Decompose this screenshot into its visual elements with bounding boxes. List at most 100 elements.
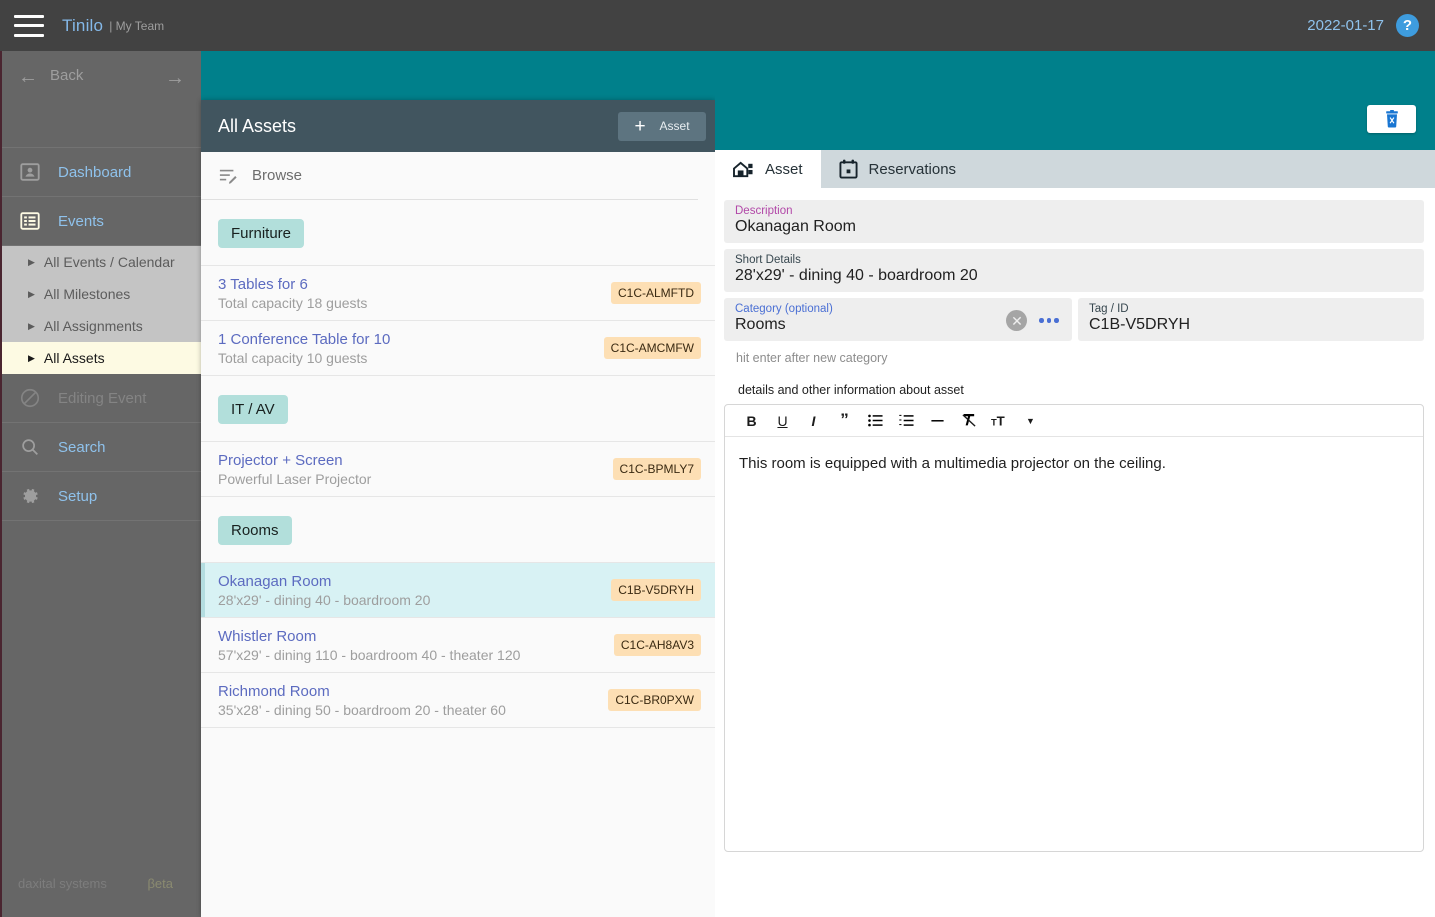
asset-tag-badge: C1C-AMCMFW [603,337,701,359]
tag-id-value[interactable]: C1B-V5DRYH [1089,316,1414,334]
asset-row-main: Richmond Room 35'x28' - dining 50 - boar… [218,683,506,718]
sidebar-footer: daxital systems βeta [2,860,201,917]
asset-row-main: Okanagan Room 28'x29' - dining 40 - boar… [218,573,430,608]
page-title: All Assets [218,115,297,136]
bold-icon[interactable]: B [736,407,767,435]
clear-category-icon[interactable]: ✕ [1006,310,1028,331]
sidebar-back[interactable]: ← Back → [2,51,201,148]
horizontal-rule-icon[interactable] [922,407,953,435]
category-chip[interactable]: Furniture [218,219,305,248]
description-field[interactable]: Description Okanagan Room [724,200,1424,243]
contact-card-icon [18,160,42,184]
asset-subtitle: 57'x29' - dining 110 - boardroom 40 - th… [218,646,521,663]
asset-title[interactable]: Richmond Room [218,683,506,700]
table-row[interactable]: Richmond Room 35'x28' - dining 50 - boar… [201,673,715,728]
detail-tabs: Asset Reservations [715,150,1435,188]
sidebar-item-dashboard[interactable]: Dashboard [2,148,201,197]
calendar-icon [838,159,858,179]
category-chip[interactable]: Rooms [218,516,292,545]
italic-icon[interactable]: I [798,407,829,435]
table-row[interactable]: 1 Conference Table for 10 Total capacity… [201,321,715,376]
table-row[interactable]: Whistler Room 57'x29' - dining 110 - boa… [201,618,715,673]
table-row[interactable]: Okanagan Room 28'x29' - dining 40 - boar… [201,563,715,618]
more-options-icon[interactable] [1039,318,1059,323]
sidebar-subitem-all-assignments[interactable]: ▶ All Assignments [2,310,201,342]
add-asset-button[interactable]: + Asset [618,111,706,141]
asset-title[interactable]: 3 Tables for 6 [218,276,367,293]
help-icon[interactable]: ? [1396,14,1419,37]
tab-asset[interactable]: Asset [715,150,821,188]
numbered-list-icon[interactable] [891,407,922,435]
blockquote-icon[interactable]: ” [829,407,860,435]
sidebar-subitem-label: All Assets [43,350,105,366]
arrow-right-icon[interactable]: → [165,67,185,90]
footer-company: daxital systems [18,876,107,891]
top-bar: Tinilo | My Team 2022-01-17 ? [0,0,1435,51]
asset-tag-badge: C1C-AH8AV3 [613,634,701,656]
sidebar-subitem-all-events[interactable]: ▶ All Events / Calendar [2,246,201,278]
gear-icon [18,484,42,508]
short-details-field[interactable]: Short Details 28'x29' - dining 40 - boar… [724,249,1424,292]
asset-row-main: 1 Conference Table for 10 Total capacity… [218,331,390,366]
delete-asset-button[interactable] [1367,105,1416,133]
sidebar-subitem-label: All Milestones [43,286,131,302]
building-icon [733,160,754,179]
editor-toolbar: B U I ” T T ▼ [725,405,1423,437]
sidebar-subitem-label: All Assignments [43,318,143,334]
top-bar-right: 2022-01-17 ? [1307,14,1419,37]
underline-icon[interactable]: U [767,407,798,435]
asset-title[interactable]: Projector + Screen [218,452,371,469]
category-actions: ✕ [1006,310,1059,331]
list-grid-icon [18,209,42,233]
table-row[interactable]: Projector + Screen Powerful Laser Projec… [201,442,715,497]
caret-right-icon: ▶ [28,320,35,331]
sidebar-subitem-all-milestones[interactable]: ▶ All Milestones [2,278,201,310]
caret-right-icon: ▶ [28,352,35,363]
bullet-list-icon[interactable] [860,407,891,435]
sidebar-back-label: Back [50,67,84,84]
brand-title: Tinilo [62,15,104,35]
asset-title[interactable]: Okanagan Room [218,573,430,590]
browse-row[interactable]: Browse [201,152,698,200]
brand-subtitle: | My Team [109,18,165,33]
editor-content[interactable]: This room is equipped with a multimedia … [725,437,1423,490]
sidebar-item-setup[interactable]: Setup [2,472,201,521]
table-row[interactable]: 3 Tables for 6 Total capacity 18 guests … [201,266,715,321]
sidebar-subitem-all-assets[interactable]: ▶ All Assets [2,342,201,374]
category-field[interactable]: Category (optional) Rooms ✕ [724,298,1072,341]
description-label: Description [735,205,793,217]
asset-tag-badge: C1C-BPMLY7 [612,458,701,480]
tag-id-label: Tag / ID [1088,303,1129,315]
description-value[interactable]: Okanagan Room [735,218,1414,236]
asset-list-panel: All Assets + Asset Browse Furniture 3 Ta… [201,100,715,917]
chevron-down-icon[interactable]: ▼ [1015,407,1046,435]
asset-subtitle: 28'x29' - dining 40 - boardroom 20 [218,591,431,608]
clear-format-icon[interactable] [953,407,984,435]
category-group-header: Furniture [201,200,715,266]
asset-title[interactable]: Whistler Room [218,628,520,645]
list-panel-header: All Assets + Asset [201,100,715,152]
app-root: Tinilo | My Team 2022-01-17 ? ← Back → D… [0,0,1435,917]
category-tag-row: Category (optional) Rooms ✕ Tag / ID C1B… [724,298,1424,341]
sidebar-item-label: Editing Event [58,389,147,407]
browse-edit-icon [218,167,238,185]
no-entry-icon [18,386,42,410]
asset-tag-badge: C1B-V5DRYH [611,579,701,601]
short-details-value[interactable]: 28'x29' - dining 40 - boardroom 20 [735,267,1414,285]
tab-reservations-label: Reservations [868,160,957,178]
sidebar-item-search[interactable]: Search [2,423,201,472]
sidebar-item-label: Dashboard [58,163,132,181]
font-size-icon[interactable]: T T [984,407,1015,435]
sidebar-item-events[interactable]: Events [2,197,201,246]
tag-id-field[interactable]: Tag / ID C1B-V5DRYH [1077,298,1424,341]
sidebar-subitem-label: All Events / Calendar [43,254,175,270]
tab-asset-label: Asset [765,160,803,178]
asset-title[interactable]: 1 Conference Table for 10 [218,331,390,348]
tab-reservations[interactable]: Reservations [821,150,975,188]
hamburger-icon[interactable] [14,14,44,37]
caret-right-icon: ▶ [28,288,35,299]
asset-subtitle: 35'x28' - dining 50 - boardroom 20 - the… [218,701,506,718]
asset-detail-panel: Asset Reservations Description Okanagan … [715,51,1435,917]
category-chip[interactable]: IT / AV [218,395,288,424]
current-date: 2022-01-17 [1307,17,1384,34]
